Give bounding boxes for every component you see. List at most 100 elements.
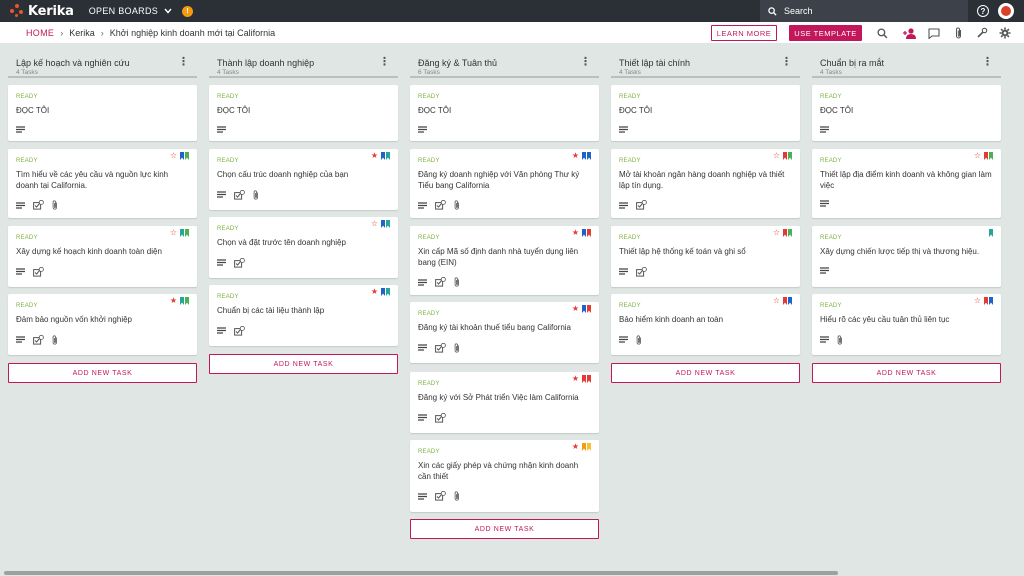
search-board-icon[interactable]	[875, 26, 889, 40]
tools-icon[interactable]	[975, 26, 989, 40]
task-card[interactable]: READY ĐỌC TÔI	[8, 85, 197, 141]
card-status: READY	[217, 294, 239, 300]
card-title: Đảm bảo nguồn vốn khởi nghiệp	[16, 315, 132, 324]
task-card[interactable]: ☆ READY Hiểu rõ các yêu cầu tuân thủ liên …	[812, 294, 1001, 355]
star-outline-icon[interactable]: ☆	[773, 297, 780, 305]
card-icons	[418, 200, 468, 210]
task-card[interactable]: ☆ READY Thiết lập địa điểm kinh doanh và k…	[812, 149, 1001, 218]
add-new-task-button[interactable]: ADD NEW TASK	[812, 363, 1001, 383]
task-card[interactable]: READY Xây dựng chiến lược tiếp thị và thư…	[812, 226, 1001, 287]
star-filled-icon[interactable]: ★	[371, 288, 378, 296]
task-card[interactable]: ★ READY Xin các giấy phép và chứng nhận ki…	[410, 440, 599, 512]
more-vert-icon[interactable]: ⋮	[580, 57, 591, 68]
open-boards-menu[interactable]: OPEN BOARDS	[89, 6, 172, 16]
star-outline-icon[interactable]: ☆	[974, 297, 981, 305]
attachment-icon[interactable]	[951, 26, 965, 40]
add-new-task-button[interactable]: ADD NEW TASK	[209, 354, 398, 374]
description-icon	[619, 336, 628, 343]
tag-green-icon	[185, 229, 189, 237]
task-card[interactable]: ★ READY Đăng ký tài khoản thuế tiểu bang C…	[410, 302, 599, 363]
card-title: Tìm hiểu về các yêu cầu và nguồn lực kin…	[16, 170, 169, 190]
column-header: Chuẩn bị ra mắt 4 Tasks ⋮	[812, 44, 1001, 78]
chat-icon[interactable]	[927, 26, 941, 40]
more-vert-icon[interactable]: ⋮	[379, 57, 390, 68]
star-outline-icon[interactable]: ☆	[773, 152, 780, 160]
task-card[interactable]: READY ĐỌC TÔI	[812, 85, 1001, 141]
task-card[interactable]: ★ READY Đăng ký với Sở Phát triển Việc làm…	[410, 372, 599, 433]
star-filled-icon[interactable]: ★	[572, 152, 579, 160]
task-card[interactable]: ☆ READY Xây dựng kế hoạch kinh doanh toàn …	[8, 226, 197, 287]
more-vert-icon[interactable]: ⋮	[982, 57, 993, 68]
use-template-button[interactable]: USE TEMPLATE	[789, 25, 862, 41]
card-flags: ★	[572, 443, 591, 451]
star-filled-icon[interactable]: ★	[572, 229, 579, 237]
description-icon	[418, 492, 427, 500]
task-card[interactable]: ★ READY Đăng ký doanh nghiệp với Văn phòng…	[410, 149, 599, 218]
task-card[interactable]: READY ĐỌC TÔI	[410, 85, 599, 141]
column-title[interactable]: Lập kế hoạch và nghiên cứu	[16, 58, 130, 68]
description-icon	[418, 125, 427, 133]
star-filled-icon[interactable]: ★	[572, 375, 579, 383]
more-vert-icon[interactable]: ⋮	[178, 57, 189, 68]
star-outline-icon[interactable]: ☆	[170, 152, 177, 160]
kerika-logo[interactable]: Kerika	[10, 4, 74, 19]
settings-icon[interactable]	[998, 26, 1012, 40]
star-outline-icon[interactable]: ☆	[974, 152, 981, 160]
card-title: Chọn cấu trúc doanh nghiệp của bạn	[217, 170, 349, 179]
card-title: ĐỌC TÔI	[418, 106, 452, 115]
star-filled-icon[interactable]: ★	[170, 297, 177, 305]
task-card[interactable]: ☆ READY Thiết lập hệ thống kế toán và ghi …	[611, 226, 800, 287]
card-status: READY	[418, 311, 440, 317]
star-filled-icon[interactable]: ★	[572, 443, 579, 451]
star-outline-icon[interactable]: ☆	[773, 229, 780, 237]
add-new-task-button[interactable]: ADD NEW TASK	[410, 519, 599, 539]
description-icon	[16, 268, 25, 275]
horizontal-scrollbar[interactable]	[4, 571, 838, 575]
star-outline-icon[interactable]: ☆	[170, 229, 177, 237]
card-title: Mở tài khoản ngân hàng doanh nghiệp và t…	[619, 170, 785, 190]
breadcrumb-org[interactable]: Kerika	[69, 28, 95, 38]
task-card[interactable]: ★ READY Chọn cấu trúc doanh nghiệp của bạn	[209, 149, 398, 210]
help-icon[interactable]: ?	[977, 5, 989, 17]
add-new-task-button[interactable]: ADD NEW TASK	[8, 363, 197, 383]
tag-red-icon	[587, 375, 591, 383]
checklist-icon	[435, 342, 446, 353]
task-card[interactable]: ☆ READY Tìm hiểu về các yêu cầu và nguồn l…	[8, 149, 197, 218]
task-card[interactable]: ★ READY Xin cấp Mã số định danh nhà tuyển …	[410, 226, 599, 295]
column-title[interactable]: Thiết lập tài chính	[619, 58, 690, 68]
avatar[interactable]	[998, 3, 1014, 19]
search-input[interactable]: Search	[760, 0, 968, 22]
column-title[interactable]: Chuẩn bị ra mắt	[820, 58, 884, 68]
add-new-task-button[interactable]: ADD NEW TASK	[611, 363, 800, 383]
card-icons	[217, 189, 267, 200]
column-title[interactable]: Thành lập doanh nghiệp	[217, 58, 314, 68]
task-card[interactable]: ★ READY Chuẩn bị các tài liệu thành lập	[209, 285, 398, 346]
breadcrumb-home[interactable]: HOME	[26, 28, 54, 38]
task-card[interactable]: READY ĐỌC TÔI	[611, 85, 800, 141]
task-card[interactable]: ★ READY Đảm bảo nguồn vốn khởi nghiệp	[8, 294, 197, 355]
task-card[interactable]: ☆ READY Mở tài khoản ngân hàng doanh nghiệ…	[611, 149, 800, 218]
learn-more-button[interactable]: LEARN MORE	[711, 25, 777, 41]
lightbulb-icon[interactable]: !	[182, 5, 194, 17]
more-vert-icon[interactable]: ⋮	[781, 57, 792, 68]
task-card[interactable]: READY ĐỌC TÔI	[209, 85, 398, 141]
description-icon	[418, 201, 427, 209]
card-status: READY	[16, 94, 38, 100]
star-filled-icon[interactable]: ★	[371, 152, 378, 160]
description-icon	[820, 266, 829, 274]
column-title[interactable]: Đăng ký & Tuân thủ	[418, 58, 497, 68]
card-icons	[418, 342, 468, 353]
card-flags: ☆	[974, 297, 993, 305]
card-flags	[988, 229, 993, 237]
card-status: READY	[619, 235, 641, 241]
task-card[interactable]: ☆ READY Chọn và đặt trước tên doanh nghiệp	[209, 217, 398, 278]
card-status: READY	[16, 235, 38, 241]
star-outline-icon[interactable]: ☆	[371, 220, 378, 228]
checklist-icon	[435, 200, 446, 210]
card-title: Đăng ký tài khoản thuế tiểu bang Califor…	[418, 323, 571, 332]
description-icon	[217, 125, 226, 133]
add-person-icon[interactable]	[903, 26, 917, 40]
card-icons	[418, 125, 435, 133]
star-filled-icon[interactable]: ★	[572, 305, 579, 313]
task-card[interactable]: ☆ READY Bảo hiểm kinh doanh an toàn	[611, 294, 800, 355]
